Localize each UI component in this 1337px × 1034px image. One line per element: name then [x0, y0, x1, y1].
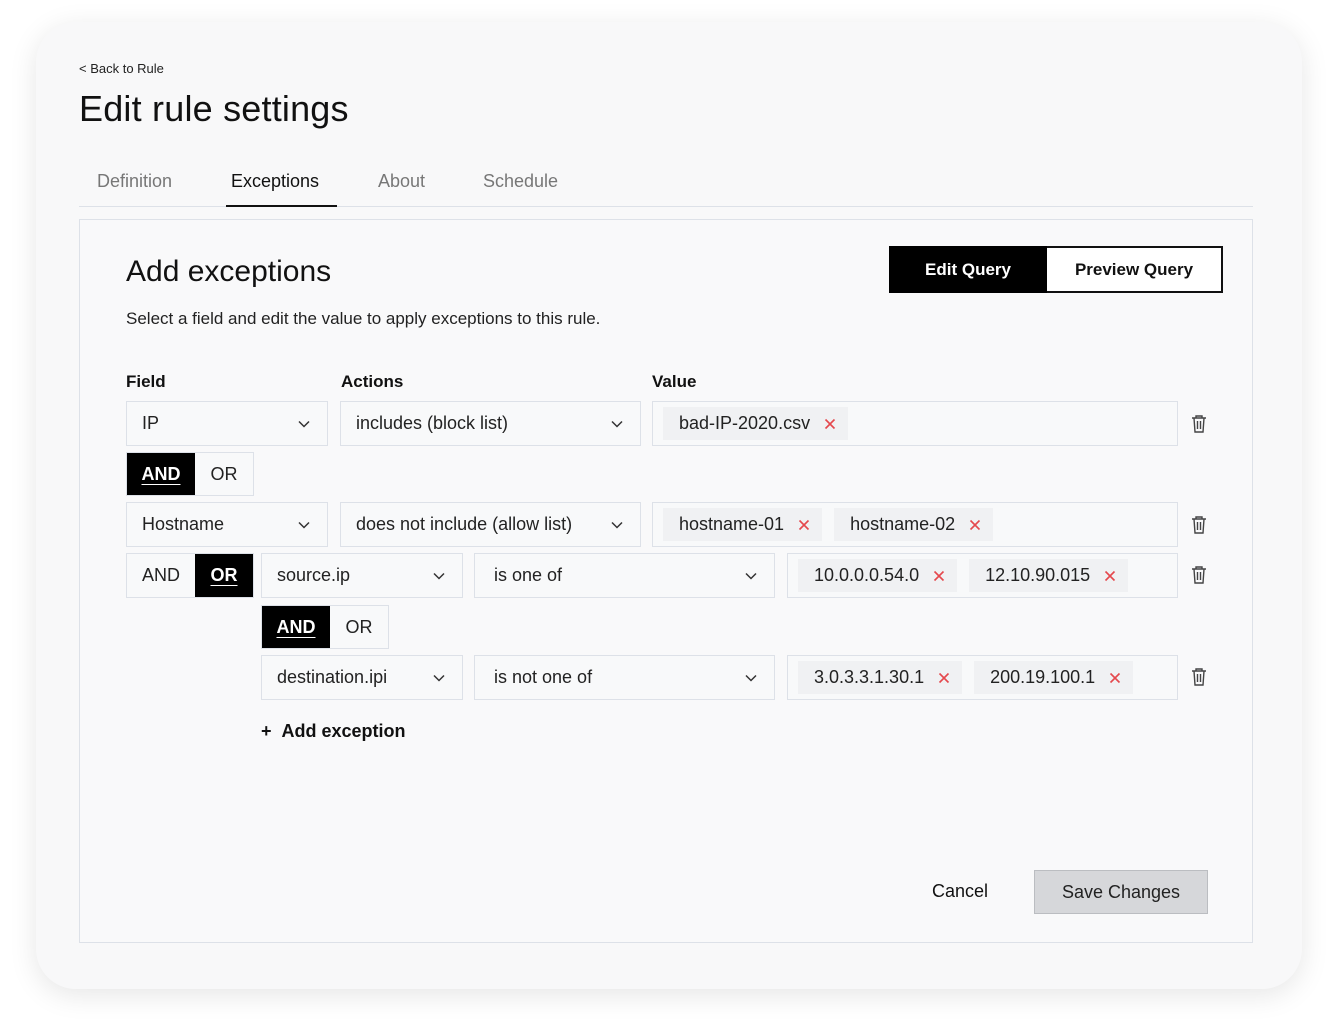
value-chip-label: 12.10.90.015 — [985, 565, 1091, 585]
add-exception-label: Add exception — [281, 721, 406, 741]
action-select[interactable]: includes (block list) — [340, 401, 641, 446]
value-input[interactable]: bad-IP-2020.csv — [652, 401, 1178, 446]
value-chip-label: 3.0.3.3.1.30.1 — [814, 667, 925, 687]
cancel-button[interactable]: Cancel — [932, 881, 988, 902]
value-chip-label: 10.0.0.0.54.0 — [814, 565, 920, 585]
remove-x-icon[interactable] — [1104, 570, 1116, 582]
action-select-value: is not one of — [494, 667, 593, 687]
value-chip: 200.19.100.1 — [974, 661, 1134, 694]
trash-icon[interactable] — [1189, 413, 1209, 435]
remove-x-icon[interactable] — [1109, 672, 1121, 684]
panel-title: Add exceptions — [126, 255, 332, 288]
action-select[interactable]: is one of — [474, 553, 775, 598]
plus-icon: + — [261, 721, 272, 741]
value-chip-label: bad-IP-2020.csv — [679, 413, 811, 433]
tab-about[interactable]: About — [378, 171, 425, 192]
logic-toggle: AND OR — [126, 553, 254, 598]
chevron-down-icon — [433, 674, 445, 682]
action-select-value: is one of — [494, 565, 563, 585]
remove-x-icon[interactable] — [969, 519, 981, 531]
tab-bar: Definition Exceptions About Schedule — [79, 160, 1253, 207]
page-title: Edit rule settings — [79, 88, 349, 129]
chevron-down-icon — [745, 674, 757, 682]
chevron-down-icon — [611, 521, 623, 529]
logic-or-option[interactable]: OR — [330, 606, 388, 648]
value-chip-label: 200.19.100.1 — [990, 667, 1096, 687]
add-exception-button[interactable]: + Add exception — [261, 721, 406, 742]
trash-icon[interactable] — [1189, 666, 1209, 688]
active-tab-indicator — [226, 205, 337, 207]
value-chip: 3.0.3.3.1.30.1 — [798, 661, 963, 694]
value-input[interactable]: hostname-01 hostname-02 — [652, 502, 1178, 547]
logic-or-option[interactable]: OR — [195, 453, 253, 495]
value-chip: hostname-01 — [663, 508, 823, 541]
remove-x-icon[interactable] — [938, 672, 950, 684]
field-column-header: Field — [126, 372, 166, 391]
value-chip: hostname-02 — [834, 508, 994, 541]
trash-icon[interactable] — [1189, 514, 1209, 536]
value-column-header: Value — [652, 372, 697, 391]
chevron-down-icon — [298, 521, 310, 529]
action-select-value: includes (block list) — [356, 413, 509, 433]
value-chip-label: hostname-02 — [850, 514, 956, 534]
remove-x-icon[interactable] — [798, 519, 810, 531]
logic-toggle: AND OR — [126, 452, 254, 496]
chevron-down-icon — [298, 420, 310, 428]
action-select[interactable]: is not one of — [474, 655, 775, 700]
field-select-value: source.ip — [277, 565, 351, 585]
remove-x-icon[interactable] — [933, 570, 945, 582]
edit-query-button[interactable]: Edit Query — [889, 246, 1047, 293]
field-select-value: destination.ipi — [277, 667, 388, 687]
field-select[interactable]: destination.ipi — [261, 655, 463, 700]
tab-definition[interactable]: Definition — [97, 171, 172, 192]
value-input[interactable]: 3.0.3.3.1.30.1 200.19.100.1 — [787, 655, 1178, 700]
logic-or-option[interactable]: OR — [195, 554, 253, 597]
action-select-value: does not include (allow list) — [356, 514, 573, 534]
back-to-rule-link[interactable]: < Back to Rule — [79, 61, 164, 76]
field-select[interactable]: Hostname — [126, 502, 328, 547]
field-select[interactable]: IP — [126, 401, 328, 446]
logic-toggle: AND OR — [261, 605, 389, 649]
trash-icon[interactable] — [1189, 564, 1209, 586]
field-select-value: IP — [142, 413, 160, 433]
chevron-down-icon — [745, 572, 757, 580]
value-chip-label: hostname-01 — [679, 514, 785, 534]
tab-schedule[interactable]: Schedule — [483, 171, 558, 192]
logic-and-option[interactable]: AND — [127, 554, 195, 597]
chevron-down-icon — [433, 572, 445, 580]
field-select-value: Hostname — [142, 514, 225, 534]
value-chip: 12.10.90.015 — [969, 559, 1129, 592]
value-chip: 10.0.0.0.54.0 — [798, 559, 958, 592]
chevron-down-icon — [611, 420, 623, 428]
save-changes-button[interactable]: Save Changes — [1034, 870, 1208, 914]
tab-exceptions[interactable]: Exceptions — [231, 171, 319, 192]
field-select[interactable]: source.ip — [261, 553, 463, 598]
panel-subtitle: Select a field and edit the value to app… — [126, 309, 601, 328]
actions-column-header: Actions — [341, 372, 404, 391]
remove-x-icon[interactable] — [824, 418, 836, 430]
logic-and-option[interactable]: AND — [127, 453, 195, 495]
value-chip: bad-IP-2020.csv — [663, 407, 849, 440]
value-input[interactable]: 10.0.0.0.54.0 12.10.90.015 — [787, 553, 1178, 598]
action-select[interactable]: does not include (allow list) — [340, 502, 641, 547]
logic-and-option[interactable]: AND — [262, 606, 330, 648]
preview-query-button[interactable]: Preview Query — [1047, 246, 1223, 293]
